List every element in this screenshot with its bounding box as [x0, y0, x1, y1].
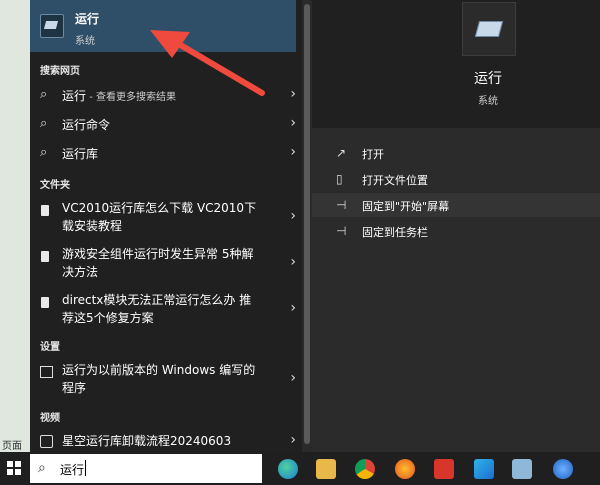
folder-result-1[interactable]: VC2010运行库怎么下载 VC2010下 载安装教程 › — [30, 199, 296, 239]
chevron-right-icon[interactable]: › — [290, 300, 296, 316]
pin-icon: ⊣ — [336, 198, 347, 212]
run-icon[interactable] — [512, 459, 532, 479]
action-pin-taskbar[interactable]: ⊣ 固定到任务栏 — [312, 219, 600, 243]
settings-compat-icon — [40, 366, 53, 378]
best-match-item[interactable]: 运行 系统 — [30, 0, 296, 52]
preview-title: 运行 — [474, 71, 502, 87]
chevron-right-icon[interactable]: › — [290, 254, 296, 270]
chevron-right-icon[interactable]: › — [290, 115, 296, 131]
web-result-1[interactable]: ⌕ 运行 - 查看更多搜索结果 › — [30, 86, 296, 108]
folder-result-line2: 决方法 — [62, 265, 99, 279]
file-explorer-icon[interactable] — [316, 459, 336, 479]
wps-icon[interactable] — [434, 459, 454, 479]
desktop-edge-label: 页面 — [2, 441, 22, 452]
taskbar: ⌕ 运行 — [0, 452, 600, 485]
pin-icon: ⊣ — [336, 224, 347, 238]
folder-result-line2: 载安装教程 — [62, 219, 123, 233]
action-pin-start[interactable]: ⊣ 固定到"开始"屏幕 — [312, 193, 600, 217]
document-icon — [41, 251, 49, 262]
windows-logo-icon — [7, 461, 21, 475]
chevron-right-icon[interactable]: › — [290, 86, 296, 102]
folder-result-3[interactable]: directx模块无法正常运行怎么办 推荐这5个修复方案 › — [30, 291, 296, 331]
preview-pane: 运行 系统 ↗ 打开 ▯ 打开文件位置 ⊣ 固定到"开始"屏幕 ⊣ 固定到任务栏 — [312, 0, 600, 452]
web-result-hint: - 查看更多搜索结果 — [86, 92, 176, 103]
preview-header — [312, 0, 600, 128]
run-app-icon — [40, 14, 64, 38]
document-icon — [41, 297, 49, 308]
folder-result-line1: VC2010运行库怎么下载 VC2010下 — [62, 201, 257, 215]
best-match-title: 运行 — [75, 12, 100, 26]
search-icon: ⌕ — [40, 145, 48, 160]
start-button[interactable] — [0, 452, 30, 485]
chevron-right-icon[interactable]: › — [290, 208, 296, 224]
web-result-label: 运行库 — [62, 147, 99, 161]
web-result-label: 运行 — [62, 89, 87, 103]
preview-subtitle: 系统 — [478, 96, 498, 107]
search-icon: ⌕ — [38, 460, 46, 476]
folder-result-line1: directx模块无法正常运行怎么办 推 — [62, 293, 252, 307]
run-app-icon — [462, 2, 516, 56]
edge-icon[interactable] — [278, 459, 298, 479]
text-caret — [85, 460, 86, 476]
chevron-right-icon[interactable]: › — [290, 370, 296, 386]
section-folders: 文件夹 — [40, 180, 70, 191]
desktop-background: 页面 — [0, 0, 30, 452]
search-icon: ⌕ — [40, 116, 48, 131]
folder-result-line1: 游戏安全组件运行时发生异常 5种解 — [62, 247, 254, 261]
action-label: 打开 — [362, 148, 384, 161]
section-web: 搜索网页 — [40, 66, 80, 77]
taskbar-search-input[interactable]: ⌕ 运行 — [30, 454, 262, 483]
app-icon[interactable] — [474, 459, 494, 479]
section-videos: 视频 — [40, 413, 60, 424]
video-result-label: 星空运行库卸载流程20240603 — [62, 434, 232, 448]
security-icon[interactable] — [553, 459, 573, 479]
folder-result-2[interactable]: 游戏安全组件运行时发生异常 5种解 决方法 › — [30, 245, 296, 285]
web-result-label: 运行命令 — [62, 118, 111, 132]
web-result-2[interactable]: ⌕ 运行命令 › — [30, 115, 296, 137]
file-location-icon: ▯ — [336, 172, 343, 186]
chevron-right-icon[interactable]: › — [290, 144, 296, 160]
video-icon — [40, 435, 53, 448]
scrollbar-thumb[interactable] — [304, 4, 310, 444]
action-label: 固定到"开始"屏幕 — [362, 200, 450, 213]
settings-result-1[interactable]: 运行为以前版本的 Windows 编写的 程序 › — [30, 361, 296, 401]
best-match-subtitle: 系统 — [75, 36, 95, 47]
settings-result-line1: 运行为以前版本的 Windows 编写的 — [62, 363, 256, 377]
action-open-file-location[interactable]: ▯ 打开文件位置 — [312, 167, 600, 191]
search-icon: ⌕ — [40, 87, 48, 102]
results-scrollbar[interactable] — [302, 0, 312, 452]
document-icon — [41, 205, 49, 216]
firefox-icon[interactable] — [395, 459, 415, 479]
folder-result-line2: 荐这5个修复方案 — [62, 311, 154, 325]
chevron-right-icon[interactable]: › — [290, 432, 296, 448]
web-result-3[interactable]: ⌕ 运行库 › — [30, 144, 296, 166]
search-query: 运行 — [60, 463, 85, 477]
action-open[interactable]: ↗ 打开 — [312, 141, 600, 165]
video-result-1[interactable]: 星空运行库卸载流程20240603 › — [30, 432, 296, 452]
search-results-pane: 运行 系统 搜索网页 ⌕ 运行 - 查看更多搜索结果 › ⌕ 运行命令 › ⌕ … — [30, 0, 312, 452]
chrome-icon[interactable] — [355, 459, 375, 479]
action-label: 打开文件位置 — [362, 174, 428, 187]
open-icon: ↗ — [336, 146, 347, 160]
settings-result-line2: 程序 — [62, 381, 87, 395]
section-settings: 设置 — [40, 342, 60, 353]
action-label: 固定到任务栏 — [362, 226, 428, 239]
